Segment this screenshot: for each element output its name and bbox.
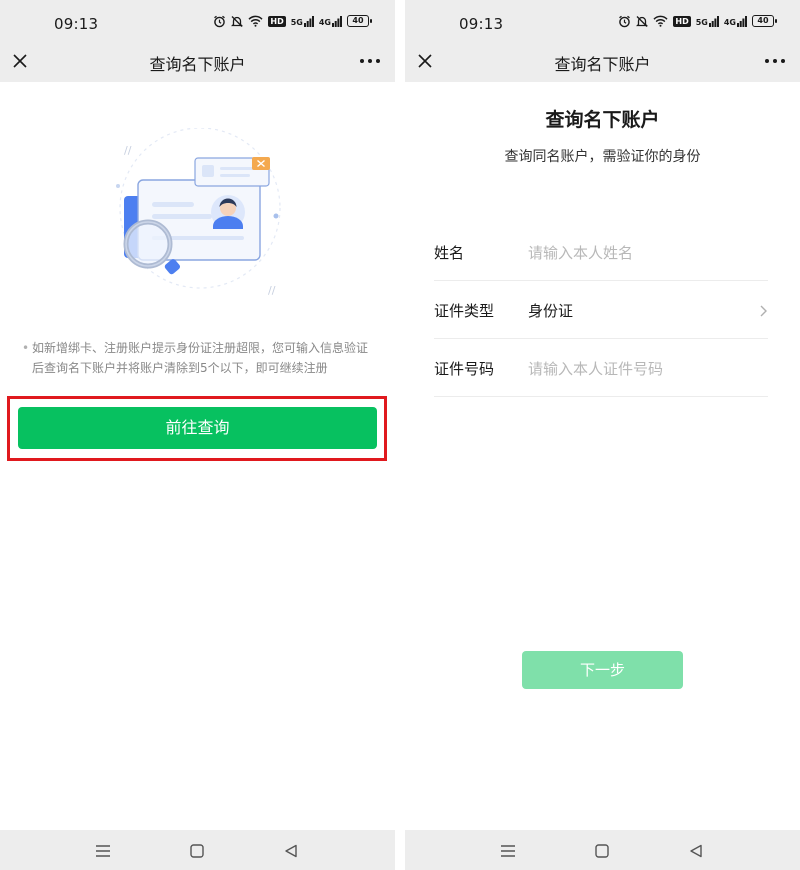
status-icons: HD 5G 4G 40 (618, 14, 777, 28)
page-title: 查询名下账户 (149, 55, 246, 74)
back-triangle-icon[interactable] (282, 842, 300, 860)
status-icons: HD 5G 4G 40 (213, 14, 372, 28)
hd-badge-text: HD (673, 16, 691, 27)
system-nav-bar (0, 830, 395, 870)
chevron-right-icon[interactable] (758, 303, 768, 317)
alarm-icon (213, 15, 226, 28)
system-nav-bar (405, 830, 800, 870)
notice-text: 如新增绑卡、注册账户提示身份证注册超限，您可输入信息验证后查询名下账户并将账户清… (32, 341, 369, 375)
signal-4g-icon: 4G (318, 15, 342, 27)
home-square-icon[interactable] (188, 842, 206, 860)
signal-4g-label: 4G (723, 17, 736, 27)
status-time: 09:13 (54, 15, 99, 33)
screenshot-composite: 09:13 HD 5G 4G 40 查询名下账户 // // • 如新增绑卡、注… (0, 0, 800, 870)
menu-icon[interactable] (499, 842, 517, 860)
id-type-field-label: 证件类型 (434, 302, 495, 320)
name-field-input[interactable]: 请输入本人姓名 (528, 242, 633, 263)
signal-5g-icon: 5G (290, 15, 314, 27)
signal-5g-label: 5G (290, 17, 303, 27)
id-number-field-label: 证件号码 (434, 360, 495, 378)
hd-badge-icon: HD (673, 14, 691, 28)
menu-icon[interactable] (94, 842, 112, 860)
status-time: 09:13 (459, 15, 504, 33)
home-square-icon[interactable] (593, 842, 611, 860)
more-icon[interactable] (359, 53, 381, 67)
battery-icon: 40 (347, 15, 372, 27)
signal-5g-label: 5G (695, 17, 708, 27)
id-type-field-row[interactable]: 证件类型 身份证 (434, 281, 768, 339)
status-bar: 09:13 HD 5G 4G 40 (405, 0, 800, 40)
hd-badge-icon: HD (268, 14, 286, 28)
mute-bell-icon (231, 15, 244, 28)
form-heading: 查询名下账户 (545, 109, 660, 131)
more-icon[interactable] (764, 53, 786, 67)
alarm-icon (618, 15, 631, 28)
signal-4g-label: 4G (318, 17, 331, 27)
back-triangle-icon[interactable] (687, 842, 705, 860)
id-number-field-input[interactable]: 请输入本人证件号码 (528, 358, 663, 379)
id-type-select-value[interactable]: 身份证 (528, 300, 573, 321)
notice-text-block: • 如新增绑卡、注册账户提示身份证注册超限，您可输入信息验证后查询名下账户并将账… (22, 338, 377, 378)
nav-bar: 查询名下账户 (405, 40, 800, 82)
battery-icon: 40 (752, 15, 777, 27)
page-title: 查询名下账户 (554, 55, 651, 74)
phone-screen-left: 09:13 HD 5G 4G 40 查询名下账户 // // • 如新增绑卡、注… (0, 0, 395, 870)
phone-screen-right: 09:13 HD 5G 4G 40 查询名下账户 查询名下账户 查询同名账户，需… (405, 0, 800, 870)
name-field-row[interactable]: 姓名 请输入本人姓名 (434, 223, 768, 281)
form-subheading: 查询同名账户，需验证你的身份 (504, 149, 701, 165)
next-step-button[interactable]: 下一步 (522, 651, 683, 689)
nav-bar: 查询名下账户 (0, 40, 395, 82)
status-bar: 09:13 HD 5G 4G 40 (0, 0, 395, 40)
svg-text://: // (124, 144, 132, 157)
wifi-icon (653, 15, 668, 27)
wifi-icon (248, 15, 263, 27)
name-field-label: 姓名 (434, 244, 465, 262)
svg-text://: // (268, 284, 276, 297)
mute-bell-icon (636, 15, 649, 28)
signal-4g-icon: 4G (723, 15, 747, 27)
notice-bullet: • (22, 341, 30, 355)
go-query-button[interactable]: 前往查询 (18, 407, 377, 449)
signal-5g-icon: 5G (695, 15, 719, 27)
hd-badge-text: HD (268, 16, 286, 27)
id-card-search-illustration: // // (100, 127, 300, 298)
id-number-field-row[interactable]: 证件号码 请输入本人证件号码 (434, 339, 768, 397)
